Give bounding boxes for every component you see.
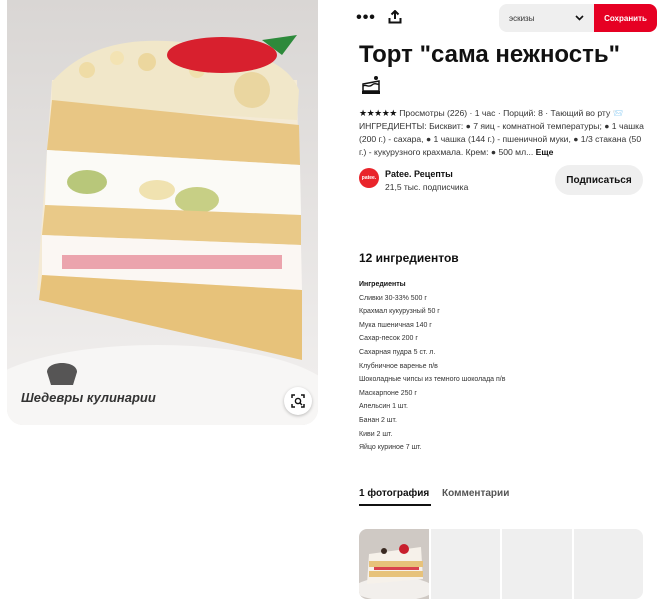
photo-placeholder — [430, 529, 500, 599]
cake-illustration — [7, 0, 318, 425]
board-select-value: эскизы — [509, 13, 535, 23]
more-options-button[interactable]: ••• — [356, 8, 376, 28]
list-item: Сахарная пудра 5 ст. л. — [359, 348, 436, 356]
avatar[interactable]: patee. — [359, 168, 379, 188]
list-item: Яйцо куриное 7 шт. — [359, 444, 422, 452]
list-item: Киви 2 шт. — [359, 430, 393, 438]
pin-description: ★★★★★ Просмотры (226) · 1 час · Порций: … — [359, 107, 645, 159]
tab-comments[interactable]: Комментарии — [442, 488, 509, 499]
tab-active-underline — [359, 504, 431, 506]
creator-subscribers: 21,5 тыс. подписчика — [385, 182, 469, 192]
share-button[interactable] — [385, 7, 405, 27]
list-item: Сливки 30-33% 500 г — [359, 294, 427, 302]
share-icon — [388, 10, 402, 24]
chevron-down-icon — [575, 15, 584, 21]
photo-grid — [359, 529, 643, 599]
list-item: Маскарпоне 250 г — [359, 389, 417, 397]
ingredients-list: Ингредиенты Сливки 30-33% 500 г Крахмал … — [359, 278, 639, 455]
board-select[interactable]: эскизы — [499, 4, 594, 32]
list-item: Мука пшеничная 140 г — [359, 321, 432, 329]
description-text: Просмотры (226) · 1 час · Порций: 8 · Та… — [359, 108, 644, 157]
photo-placeholder — [573, 529, 643, 599]
list-item: Шоколадные чипсы из темного шоколада п/в — [359, 376, 506, 384]
pin-image[interactable]: Шедевры кулинарии — [7, 0, 318, 425]
list-item: Сахар-песок 200 г — [359, 335, 418, 343]
pin-page: Шедевры кулинарии ••• эскизы Сохранить Т… — [0, 0, 665, 602]
list-item: Крахмал кукурузный 50 г — [359, 308, 440, 316]
rating-stars: ★★★★★ — [359, 108, 397, 118]
cake-photo-thumbnail — [359, 529, 429, 599]
pin-title: Торт "сама нежность" — [359, 41, 621, 68]
subscribe-button[interactable]: Подписаться — [555, 165, 643, 195]
visual-search-button[interactable] — [284, 387, 312, 415]
photo-placeholder — [502, 529, 572, 599]
cake-emoji-icon — [359, 72, 383, 96]
photo-thumbnail[interactable] — [359, 529, 429, 599]
more-dots-icon: ••• — [356, 9, 376, 26]
list-item: Клубничное варенье п/в — [359, 362, 438, 370]
tab-photos[interactable]: 1 фотография — [359, 488, 429, 499]
list-item: Банан 2 шт. — [359, 416, 397, 424]
ingredients-title: 12 ингредиентов — [359, 251, 459, 265]
creator-name[interactable]: Patee. Рецепты — [385, 169, 453, 179]
list-item: Апельсин 1 шт. — [359, 403, 408, 411]
ingredients-section-heading: Ингредиенты — [359, 281, 406, 288]
watermark-logo: Шедевры кулинарии — [21, 390, 156, 405]
save-button[interactable]: Сохранить — [594, 4, 657, 32]
more-link[interactable]: Еще — [536, 147, 554, 157]
lens-icon — [291, 394, 305, 408]
